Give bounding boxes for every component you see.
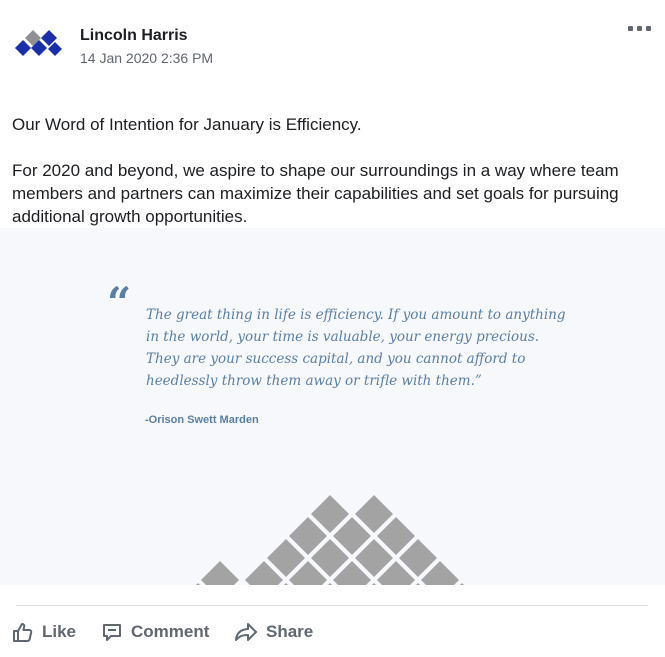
lincoln-harris-logo-icon — [15, 30, 62, 56]
divider — [16, 605, 648, 606]
pattern-tiles — [196, 495, 464, 585]
author-name[interactable]: Lincoln Harris — [80, 27, 188, 45]
post-paragraph: For 2020 and beyond, we aspire to shape … — [12, 161, 619, 226]
comment-label: Comment — [131, 622, 210, 641]
pattern-diamond — [201, 561, 239, 585]
diamond-pattern — [196, 495, 464, 585]
post-timestamp[interactable]: 14 Jan 2020 2:36 PM — [80, 50, 213, 66]
quote-text: The great thing in life is efficiency. I… — [146, 307, 566, 389]
post-paragraph: Our Word of Intention for January is Eff… — [12, 115, 362, 134]
post-body: Our Word of Intention for January is Eff… — [12, 113, 652, 228]
more-options-button[interactable] — [623, 18, 655, 38]
thumbs-up-icon — [13, 623, 33, 642]
post-actions: Like Comment Share — [0, 612, 665, 652]
quote-attribution: -Orison Swett Marden — [145, 414, 259, 426]
comment-icon — [103, 624, 121, 641]
like-label: Like — [42, 622, 77, 641]
more-dot — [645, 25, 651, 31]
share-label: Share — [266, 622, 314, 641]
more-options-icon — [627, 25, 633, 31]
avatar[interactable] — [12, 22, 66, 64]
comment-button[interactable]: Comment — [101, 620, 209, 644]
like-button[interactable]: Like — [12, 620, 76, 644]
post-header: Lincoln Harris 14 Jan 2020 2:36 PM — [0, 0, 665, 90]
share-arrow-icon — [235, 623, 257, 641]
more-dot — [636, 25, 642, 31]
quote-mark: “ — [107, 278, 132, 327]
share-button[interactable]: Share — [234, 620, 313, 644]
post-image[interactable]: “ The great thing in life is efficiency.… — [0, 228, 665, 585]
